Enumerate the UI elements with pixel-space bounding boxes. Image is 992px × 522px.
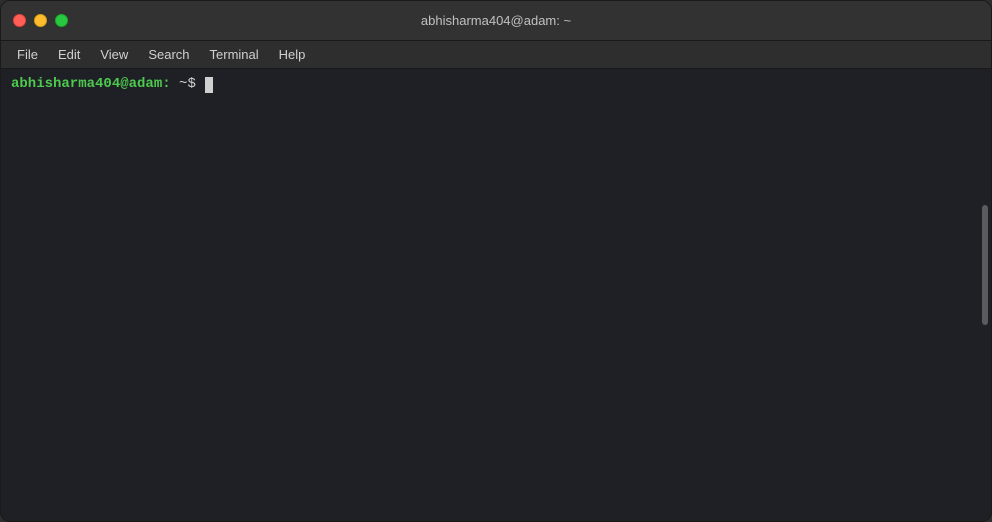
terminal-prompt-line: abhisharma404@adam: ~$: [11, 75, 981, 95]
scrollbar-thumb[interactable]: [982, 205, 988, 325]
menu-help[interactable]: Help: [271, 45, 314, 64]
prompt-user: abhisharma404@adam:: [11, 75, 171, 95]
menu-edit[interactable]: Edit: [50, 45, 88, 64]
terminal-body[interactable]: abhisharma404@adam: ~$: [1, 69, 991, 521]
menu-search[interactable]: Search: [140, 45, 197, 64]
menu-terminal[interactable]: Terminal: [202, 45, 267, 64]
close-button[interactable]: [13, 14, 26, 27]
scrollbar-track: [981, 69, 989, 521]
window-title: abhisharma404@adam: ~: [421, 13, 571, 28]
scrollbar[interactable]: [981, 69, 989, 521]
terminal-window: abhisharma404@adam: ~ File Edit View Sea…: [0, 0, 992, 522]
minimize-button[interactable]: [34, 14, 47, 27]
menu-view[interactable]: View: [92, 45, 136, 64]
window-controls: [13, 14, 68, 27]
menubar: File Edit View Search Terminal Help: [1, 41, 991, 69]
menu-file[interactable]: File: [9, 45, 46, 64]
titlebar: abhisharma404@adam: ~: [1, 1, 991, 41]
terminal-cursor: [205, 77, 213, 93]
maximize-button[interactable]: [55, 14, 68, 27]
prompt-symbol: ~$: [171, 75, 205, 95]
